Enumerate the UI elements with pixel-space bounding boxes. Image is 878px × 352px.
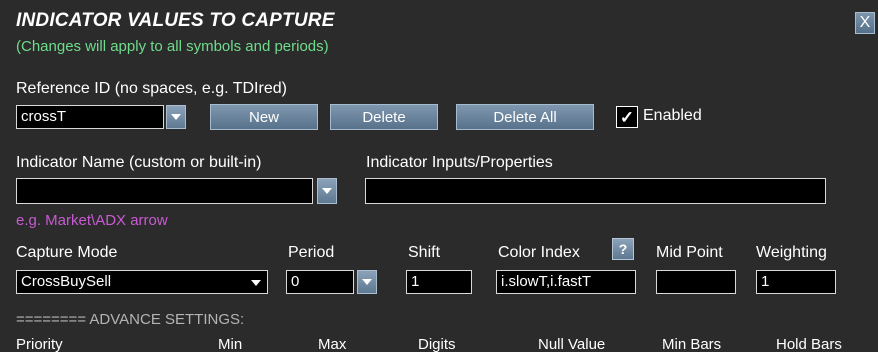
period-select[interactable]: 0 — [286, 270, 354, 294]
period-label: Period — [288, 244, 335, 261]
column-null-value: Null Value — [538, 336, 606, 352]
indicator-inputs-label: Indicator Inputs/Properties — [366, 154, 553, 171]
enabled-label: Enabled — [643, 107, 702, 124]
weighting-label: Weighting — [756, 244, 827, 261]
mid-point-label: Mid Point — [656, 244, 723, 261]
capture-mode-select[interactable]: CrossBuySell — [16, 270, 268, 294]
color-index-input[interactable]: i.slowT,i.fastT — [496, 270, 636, 294]
reference-id-dropdown-button[interactable] — [166, 105, 186, 129]
period-dropdown-button[interactable] — [357, 270, 377, 294]
column-hold-bars: Hold Bars — [776, 336, 842, 352]
reference-id-select[interactable]: crossT — [16, 105, 164, 129]
new-button[interactable]: New — [210, 104, 318, 130]
indicator-name-label: Indicator Name (custom or built-in) — [16, 154, 262, 171]
check-icon: ✓ — [619, 107, 635, 127]
indicator-name-dropdown-button[interactable] — [317, 178, 337, 204]
shift-label: Shift — [408, 244, 441, 261]
close-icon: X — [859, 14, 871, 31]
mid-point-input[interactable] — [656, 270, 736, 294]
delete-button[interactable]: Delete — [330, 104, 438, 130]
indicator-capture-dialog: INDICATOR VALUES TO CAPTURE (Changes wil… — [0, 0, 878, 352]
indicator-name-select[interactable] — [16, 178, 313, 204]
reference-id-label: Reference ID (no spaces, e.g. TDIred) — [16, 80, 287, 97]
chevron-down-icon — [251, 280, 261, 286]
close-button[interactable]: X — [855, 12, 875, 34]
chevron-down-icon — [171, 114, 181, 120]
weighting-input[interactable]: 1 — [756, 270, 836, 294]
delete-all-button[interactable]: Delete All — [456, 104, 594, 130]
column-min: Min — [218, 336, 243, 352]
enabled-checkbox[interactable]: ✓ — [616, 106, 638, 128]
capture-mode-value: CrossBuySell — [21, 273, 112, 290]
capture-mode-label: Capture Mode — [16, 244, 118, 261]
column-max: Max — [318, 336, 347, 352]
question-icon: ? — [618, 241, 628, 257]
indicator-name-hint: e.g. Market\ADX arrow — [16, 212, 168, 229]
column-priority: Priority — [16, 336, 63, 352]
advanced-settings-header: ======== ADVANCE SETTINGS: — [16, 311, 245, 328]
shift-input[interactable]: 1 — [406, 270, 472, 294]
chevron-down-icon — [362, 279, 372, 285]
indicator-inputs-field[interactable] — [365, 178, 826, 204]
column-digits: Digits — [418, 336, 456, 352]
dialog-title: INDICATOR VALUES TO CAPTURE — [16, 10, 335, 31]
dialog-subtitle: (Changes will apply to all symbols and p… — [16, 38, 329, 55]
color-index-help-button[interactable]: ? — [612, 238, 634, 260]
color-index-label: Color Index — [498, 244, 580, 261]
chevron-down-icon — [322, 188, 332, 194]
column-min-bars: Min Bars — [662, 336, 722, 352]
